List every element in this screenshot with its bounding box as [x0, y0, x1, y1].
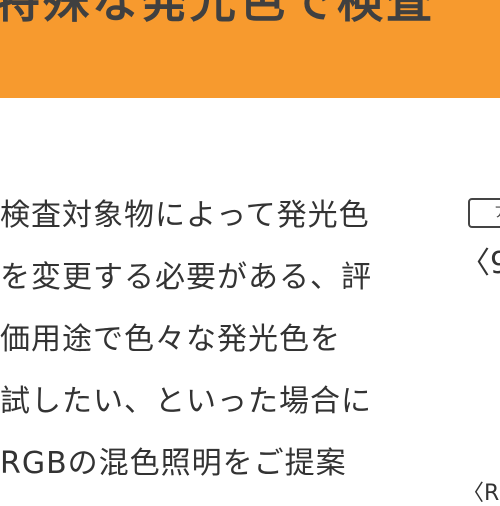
header-banner: 特殊な発光色で検査: [0, 0, 500, 98]
side-box-text: ア: [494, 202, 500, 222]
side-text: 〈R: [462, 481, 500, 506]
body-line: 検査対象物によって発光色: [0, 198, 370, 233]
banner-title: 特殊な発光色で検査: [0, 0, 435, 28]
body-line: 価用途で色々な発光色を: [0, 322, 341, 357]
body-line: RGBの混色照明をご提案: [0, 446, 347, 481]
body-text: 検査対象物によって発光色 を変更する必要がある、評 価用途で色々な発光色を 試し…: [0, 190, 392, 500]
body-line: 試したい、といった場合に: [0, 384, 372, 419]
side-label-box: ア: [468, 198, 500, 228]
side-text: 〈9: [460, 246, 500, 281]
body-line: を変更する必要がある、評: [0, 260, 372, 295]
